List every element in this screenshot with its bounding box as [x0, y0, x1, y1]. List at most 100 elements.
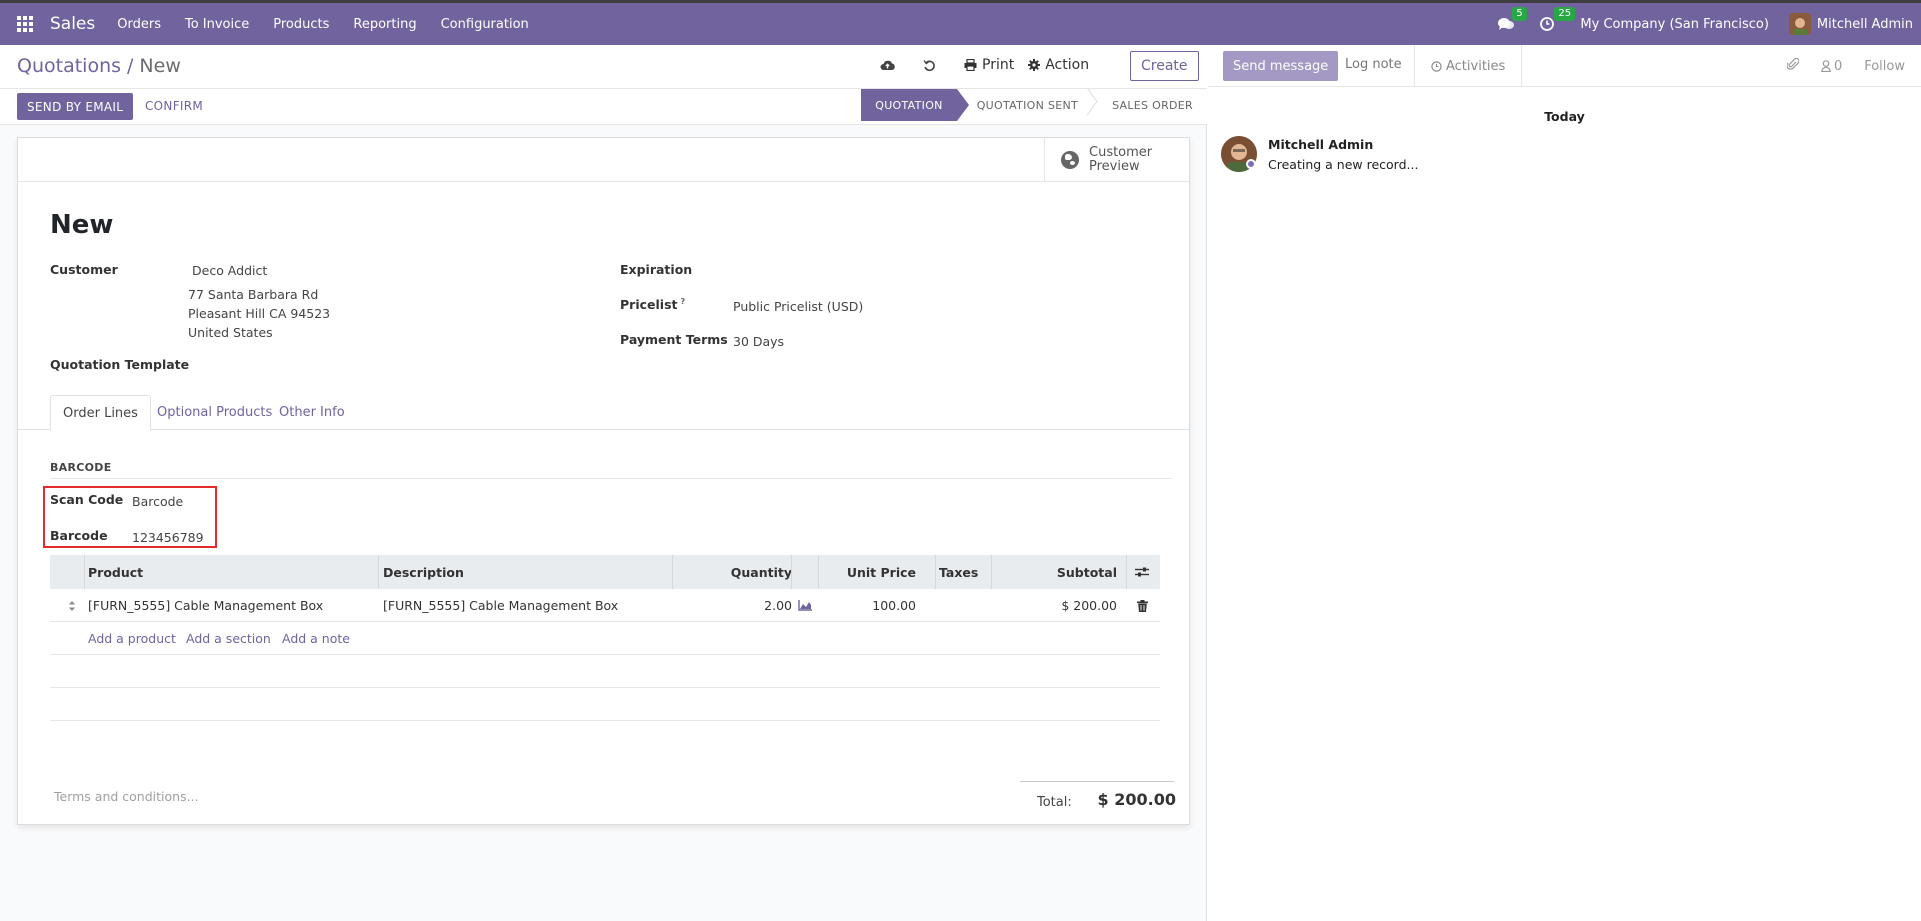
record-title: New [50, 210, 114, 240]
menu-configuration[interactable]: Configuration [441, 17, 529, 32]
scan-code-field[interactable]: Barcode [132, 494, 183, 509]
header-description[interactable]: Description [383, 555, 464, 589]
pricelist-field[interactable]: Public Pricelist (USD) [733, 299, 863, 314]
print-button[interactable]: Print [964, 57, 1014, 73]
total-amount: $ 200.00 [1097, 790, 1176, 809]
printer-icon [964, 59, 977, 71]
send-message-button[interactable]: Send message [1223, 51, 1339, 81]
form-view: Quotations / New Print Action Create SEND … [0, 45, 1207, 921]
followers-button[interactable]: 0 [1821, 59, 1842, 74]
barcode-field[interactable]: 123456789 [132, 530, 204, 545]
apps-grid-icon [17, 16, 33, 32]
table-header: Product Description Quantity Unit Price … [50, 555, 1160, 589]
activities-button[interactable]: Activities [1414, 45, 1523, 87]
user-avatar[interactable] [1788, 13, 1811, 35]
confirm-button[interactable]: CONFIRM [145, 99, 203, 113]
payment-terms-label: Payment Terms [620, 332, 728, 347]
barcode-section-title: BARCODE [50, 461, 112, 474]
log-note-button[interactable]: Log note [1345, 57, 1402, 72]
message-body: Creating a new record... [1268, 157, 1419, 172]
address-line-2: Pleasant Hill CA 94523 [188, 306, 331, 321]
forecast-button[interactable] [798, 589, 812, 622]
customer-label: Customer [50, 262, 118, 277]
followers-count: 0 [1833, 58, 1843, 74]
send-by-email-button[interactable]: SEND BY EMAIL [17, 93, 134, 120]
save-button[interactable] [880, 59, 895, 71]
header-taxes[interactable]: Taxes [939, 555, 978, 589]
stage-sales-order[interactable]: SALES ORDER [1092, 89, 1207, 121]
status-bar: SEND BY EMAIL CONFIRM QUOTATION QUOTATIO… [0, 89, 1207, 125]
stage-quotation-sent[interactable]: QUOTATION SENT [957, 89, 1092, 121]
header-product[interactable]: Product [88, 555, 143, 589]
discard-button[interactable] [923, 59, 936, 72]
expiration-label: Expiration [620, 262, 693, 277]
messaging-menu[interactable]: 5 [1498, 7, 1527, 31]
total-label: Total: [1037, 795, 1072, 810]
quotation-template-label: Quotation Template [50, 357, 190, 372]
globe-icon [1061, 151, 1079, 169]
sort-handle-icon [69, 600, 75, 611]
row-product[interactable]: [FURN_5555] Cable Management Box [88, 589, 323, 622]
row-description[interactable]: [FURN_5555] Cable Management Box [383, 589, 618, 622]
messages-count-badge: 5 [1512, 7, 1527, 21]
barcode-label: Barcode [50, 528, 108, 543]
payment-terms-field[interactable]: 30 Days [733, 334, 784, 349]
add-note-link[interactable]: Add a note [282, 622, 350, 655]
optional-columns-toggle[interactable] [1135, 555, 1149, 589]
pricelist-label: Pricelist? [620, 297, 686, 313]
scan-code-label: Scan Code [50, 492, 124, 507]
breadcrumb-separator: / [127, 55, 134, 77]
customer-preview-button[interactable]: Customer Preview [1044, 138, 1189, 182]
action-button[interactable]: Action [1028, 57, 1089, 73]
apps-menu-button[interactable] [0, 3, 50, 45]
order-lines-table: Product Description Quantity Unit Price … [50, 555, 1160, 721]
menu-products[interactable]: Products [273, 17, 329, 32]
button-box: Customer Preview [18, 138, 1189, 182]
tab-optional-products[interactable]: Optional Products [145, 395, 284, 430]
activity-menu[interactable]: 25 [1540, 7, 1576, 31]
pricelist-help-icon[interactable]: ? [680, 297, 685, 306]
trash-icon [1137, 599, 1148, 612]
activities-label: Activities [1446, 58, 1506, 74]
menu-to-invoice[interactable]: To Invoice [185, 17, 249, 32]
user-photo-icon [1788, 13, 1811, 35]
activities-count-badge: 25 [1554, 7, 1576, 21]
add-product-link[interactable]: Add a product [88, 622, 176, 655]
terms-and-conditions-field[interactable]: Terms and conditions... [54, 789, 199, 804]
tab-other-info[interactable]: Other Info [267, 395, 357, 430]
add-section-link[interactable]: Add a section [186, 622, 271, 655]
breadcrumb-quotations[interactable]: Quotations [17, 55, 121, 77]
row-handle-icon[interactable] [68, 589, 76, 622]
header-subtotal[interactable]: Subtotal [995, 555, 1117, 589]
area-chart-icon [798, 600, 812, 611]
tab-order-lines[interactable]: Order Lines [50, 395, 151, 431]
header-unit-price[interactable]: Unit Price [820, 555, 916, 589]
breadcrumb-current: New [139, 55, 181, 77]
stage-quotation[interactable]: QUOTATION [861, 89, 970, 121]
user-menu[interactable]: Mitchell Admin [1817, 17, 1913, 32]
clock-icon [1540, 17, 1555, 31]
notebook-tabs: Order Lines Optional Products Other Info [18, 395, 1189, 431]
row-quantity[interactable]: 2.00 [676, 589, 792, 622]
message-author[interactable]: Mitchell Admin [1268, 137, 1373, 152]
table-row-add-actions: Add a product Add a section Add a note [50, 622, 1160, 655]
app-brand[interactable]: Sales [50, 14, 95, 34]
table-row[interactable]: [FURN_5555] Cable Management Box [FURN_5… [50, 589, 1160, 622]
company-switcher[interactable]: My Company (San Francisco) [1580, 17, 1768, 32]
menu-reporting[interactable]: Reporting [353, 17, 416, 32]
clock-icon [1431, 60, 1442, 72]
action-label: Action [1045, 57, 1090, 73]
attachments-button[interactable] [1786, 57, 1800, 75]
row-unit-price[interactable]: 100.00 [820, 589, 916, 622]
follow-button[interactable]: Follow [1864, 59, 1905, 74]
header-quantity[interactable]: Quantity [676, 555, 792, 589]
form-sheet: Customer Preview New Customer Deco Addict… [17, 137, 1190, 825]
sliders-icon [1135, 567, 1149, 577]
customer-field[interactable]: Deco Addict [192, 263, 267, 278]
breadcrumb: Quotations / New [17, 55, 181, 77]
print-label: Print [982, 57, 1015, 73]
delete-line-button[interactable] [1137, 589, 1148, 622]
section-divider [50, 478, 1172, 479]
menu-orders[interactable]: Orders [117, 17, 161, 32]
create-button[interactable]: Create [1130, 51, 1199, 81]
